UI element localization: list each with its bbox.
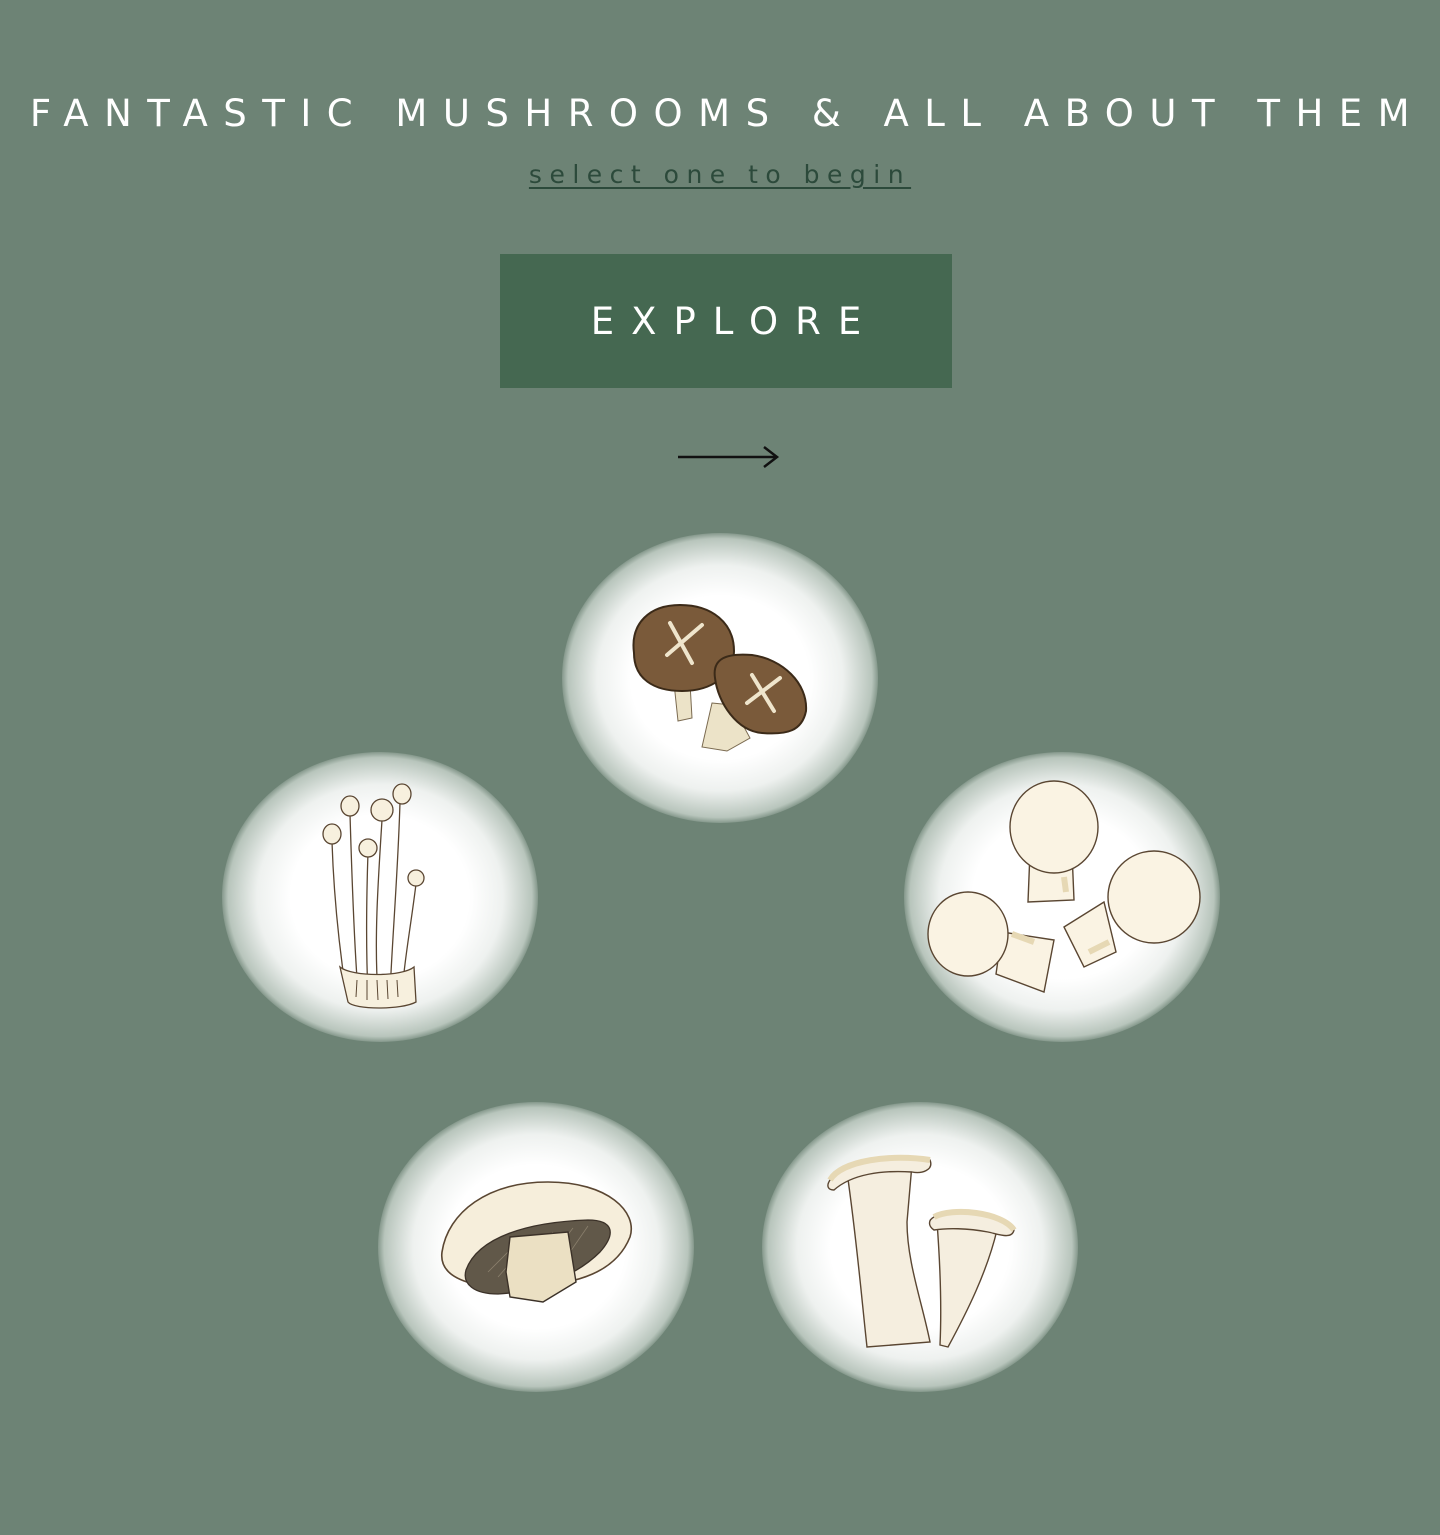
page-title: FANTASTIC MUSHROOMS & ALL ABOUT THEM (29, 92, 1426, 135)
enoki-mushroom-icon (322, 783, 425, 1009)
king-oyster-mushroom-option[interactable] (762, 1102, 1078, 1392)
button-mushroom-icon (927, 780, 1201, 993)
king-oyster-mushroom-icon (827, 1154, 1017, 1348)
portobello-mushroom-icon (441, 1181, 633, 1303)
explore-button[interactable]: EXPLORE (500, 254, 952, 388)
arrow-right-icon[interactable] (676, 440, 782, 474)
shiitake-mushroom-icon (632, 603, 808, 752)
subtitle: select one to begin (0, 160, 1440, 189)
portobello-mushroom-option[interactable] (378, 1102, 694, 1392)
button-mushroom-option[interactable] (904, 752, 1220, 1042)
enoki-mushroom-option[interactable] (222, 752, 538, 1042)
shiitake-mushroom-option[interactable] (562, 533, 878, 823)
select-one-link[interactable]: select one to begin (529, 160, 911, 189)
